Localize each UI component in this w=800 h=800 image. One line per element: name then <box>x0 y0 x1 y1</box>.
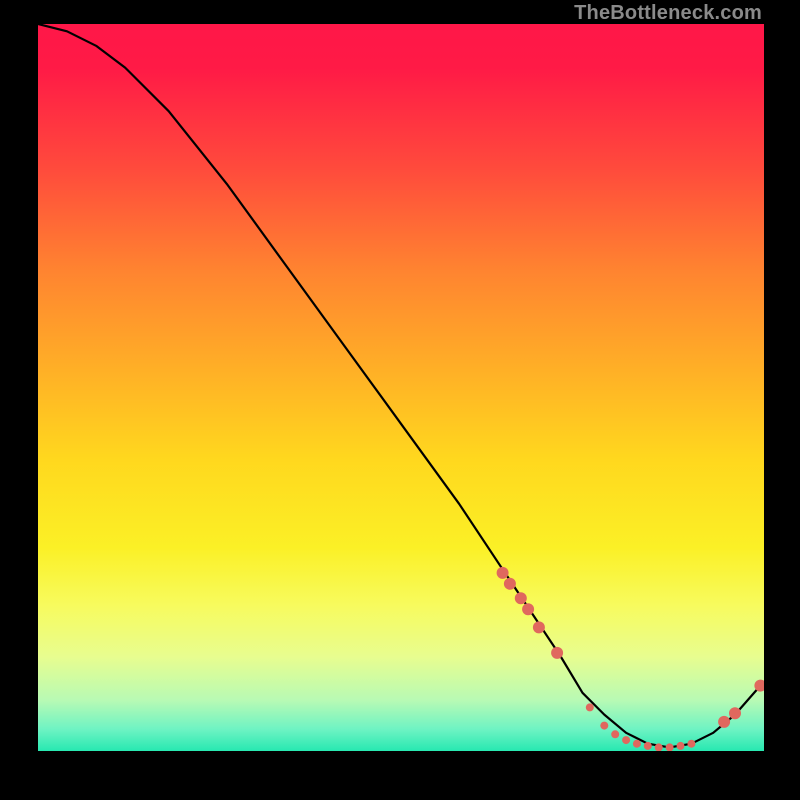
curve-marker <box>551 647 563 659</box>
curve-marker <box>622 736 630 744</box>
watermark-text: TheBottleneck.com <box>574 2 762 25</box>
curve-marker <box>718 716 730 728</box>
curve-marker <box>586 703 594 711</box>
chart-area <box>38 24 764 751</box>
curve-marker <box>677 742 685 750</box>
curve-marker <box>600 722 608 730</box>
curve-marker <box>515 592 527 604</box>
curve-marker <box>611 730 619 738</box>
curve-marker <box>504 578 516 590</box>
bottleneck-curve-svg <box>38 24 764 751</box>
curve-marker <box>666 743 674 751</box>
curve-marker <box>644 742 652 750</box>
curve-marker <box>687 740 695 748</box>
bottleneck-curve-path <box>38 24 760 747</box>
curve-marker <box>533 621 545 633</box>
curve-marker <box>633 740 641 748</box>
curve-markers <box>497 567 764 751</box>
curve-marker <box>497 567 509 579</box>
curve-marker <box>729 707 741 719</box>
curve-marker <box>522 603 534 615</box>
